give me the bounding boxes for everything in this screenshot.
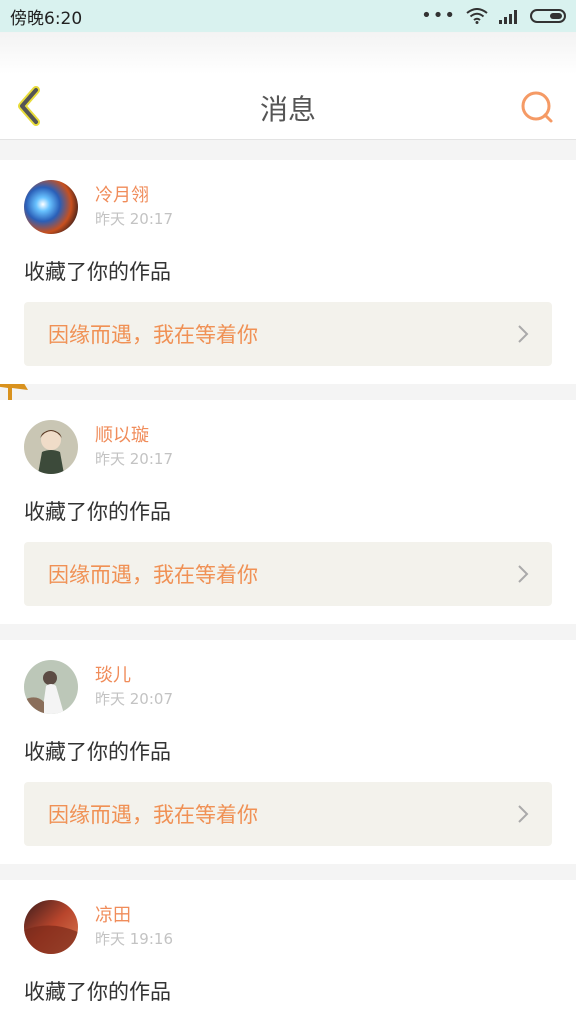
message-action: 收藏了你的作品: [24, 740, 171, 764]
page-title: 消息: [259, 93, 316, 126]
username-link[interactable]: 琰儿: [95, 664, 173, 688]
username-link[interactable]: 顺以璇: [95, 424, 173, 448]
message-action: 收藏了你的作品: [24, 980, 171, 1004]
work-title: 因缘而遇，我在等着你: [48, 323, 258, 347]
message-card: 冷月翎 昨天 20:17 收藏了你的作品 因缘而遇，我在等着你: [0, 160, 576, 384]
username-link[interactable]: 凉田: [95, 904, 173, 928]
user-info: 冷月翎 昨天 20:17: [95, 184, 173, 230]
avatar[interactable]: [24, 180, 78, 234]
work-title: 因缘而遇，我在等着你: [48, 803, 258, 827]
message-time: 昨天 20:17: [95, 210, 173, 228]
user-info: 琰儿 昨天 20:07: [95, 664, 173, 710]
chevron-right-icon: [518, 805, 529, 823]
message-header: 顺以璇 昨天 20:17: [24, 420, 552, 474]
work-link[interactable]: 因缘而遇，我在等着你: [24, 302, 552, 366]
user-info: 凉田 昨天 19:16: [95, 904, 173, 950]
battery-icon: [530, 9, 566, 23]
more-dots-icon: •••: [421, 5, 456, 26]
message-card: 琰儿 昨天 20:07 收藏了你的作品 因缘而遇，我在等着你: [0, 640, 576, 864]
message-time: 昨天 20:17: [95, 450, 173, 468]
message-header: 琰儿 昨天 20:07: [24, 660, 552, 714]
work-title: 因缘而遇，我在等着你: [48, 563, 258, 587]
search-button[interactable]: [520, 90, 554, 124]
message-action: 收藏了你的作品: [24, 500, 171, 524]
work-link[interactable]: 因缘而遇，我在等着你: [24, 782, 552, 846]
message-header: 凉田 昨天 19:16: [24, 900, 552, 954]
message-time: 昨天 19:16: [95, 930, 173, 948]
message-card: 顺以璇 昨天 20:17 收藏了你的作品 因缘而遇，我在等着你: [0, 400, 576, 624]
work-link[interactable]: 因缘而遇，我在等着你: [24, 542, 552, 606]
header-spacer: [0, 32, 576, 74]
status-time: 傍晚6:20: [10, 8, 83, 29]
header-bar: 消息: [0, 32, 576, 140]
chevron-right-icon: [518, 325, 529, 343]
status-bar: 傍晚6:20 •••: [0, 0, 576, 32]
message-action: 收藏了你的作品: [24, 260, 171, 284]
avatar[interactable]: [24, 660, 78, 714]
message-card: 凉田 昨天 19:16 收藏了你的作品: [0, 880, 576, 1024]
username-link[interactable]: 冷月翎: [95, 184, 173, 208]
signal-icon: [499, 10, 517, 24]
message-header: 冷月翎 昨天 20:17: [24, 180, 552, 234]
message-list: 冷月翎 昨天 20:17 收藏了你的作品 因缘而遇，我在等着你 顺以璇 昨天 2…: [0, 160, 576, 1024]
user-info: 顺以璇 昨天 20:17: [95, 424, 173, 470]
wifi-icon: [466, 8, 488, 24]
status-icons: •••: [421, 7, 566, 25]
avatar[interactable]: [24, 420, 78, 474]
chevron-right-icon: [518, 565, 529, 583]
message-time: 昨天 20:07: [95, 690, 173, 708]
avatar[interactable]: [24, 900, 78, 954]
